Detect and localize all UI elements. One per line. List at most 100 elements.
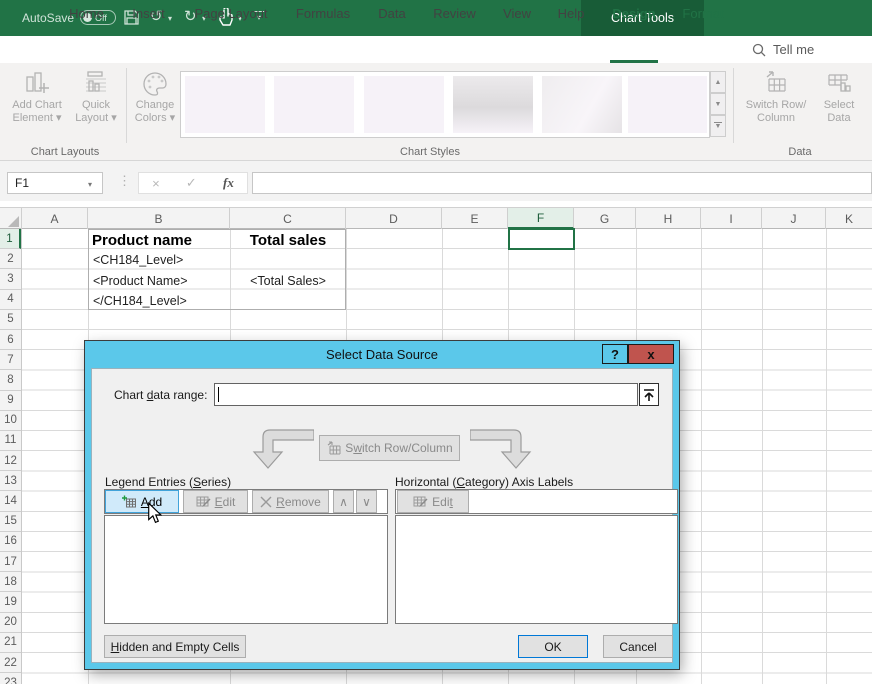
column-header[interactable]: G [574, 208, 636, 229]
column-header-selected[interactable]: F [508, 208, 574, 229]
row-header[interactable]: 5 [0, 310, 21, 330]
insert-function-icon[interactable]: fx [223, 175, 234, 191]
chart-style-thumbnail[interactable] [542, 76, 622, 133]
add-series-button[interactable]: Add [105, 490, 179, 513]
remove-series-button[interactable]: Remove [252, 490, 329, 513]
switch-row-column-icon [761, 69, 791, 99]
tab-design[interactable]: Design [610, 0, 658, 27]
cell-B3[interactable]: <Product Name> [93, 274, 188, 288]
cancel-button[interactable]: Cancel [603, 635, 673, 658]
chart-style-thumbnail[interactable] [274, 76, 354, 133]
row-header[interactable]: 19 [0, 592, 21, 612]
switch-row-column-ribbon-button[interactable]: Switch Row/ Column [740, 69, 812, 125]
gallery-scroll-up-button[interactable]: ▲ [710, 71, 726, 93]
cell-B4[interactable]: </CH184_Level> [93, 294, 187, 308]
column-header[interactable]: D [346, 208, 442, 229]
row-header[interactable]: 14 [0, 491, 21, 511]
quick-layout-button[interactable]: Quick Layout ▾ [70, 69, 122, 125]
edit-axis-labels-button[interactable]: Edit [397, 490, 469, 513]
row-header[interactable]: 15 [0, 512, 21, 532]
dialog-title[interactable]: Select Data Source [85, 341, 679, 368]
gallery-more-button[interactable]: ▼ [710, 115, 726, 137]
dialog-title-text: Select Data Source [326, 347, 438, 362]
gallery-scroll-down-button[interactable]: ▼ [710, 93, 726, 115]
tab-formulas[interactable]: Formulas [289, 0, 357, 27]
row-header[interactable]: 22 [0, 653, 21, 673]
row-header-selected[interactable]: 1 [0, 229, 21, 249]
row-header[interactable]: 18 [0, 572, 21, 592]
column-header[interactable]: A [22, 208, 88, 229]
select-data-source-dialog: Select Data Source ? x Chart data range: [85, 341, 679, 669]
dialog-help-button[interactable]: ? [602, 344, 628, 364]
row-header[interactable]: 6 [0, 330, 21, 350]
chart-style-thumbnail[interactable] [628, 76, 707, 133]
formula-input[interactable] [252, 172, 872, 194]
ok-button[interactable]: OK [518, 635, 588, 658]
row-header[interactable]: 8 [0, 370, 21, 390]
dropdown-caret-icon: ▾ [56, 112, 62, 124]
chart-style-thumbnail[interactable] [185, 76, 265, 133]
cancel-entry-icon[interactable]: × [152, 176, 160, 191]
hidden-and-empty-cells-button[interactable]: Hidden and Empty Cells [104, 635, 246, 658]
column-header[interactable]: K [826, 208, 872, 229]
series-list[interactable] [104, 515, 388, 624]
row-header[interactable]: 17 [0, 552, 21, 572]
name-box-caret-icon[interactable]: ▾ [88, 180, 92, 189]
tell-me-box[interactable]: Tell me [752, 36, 814, 63]
column-headers: A B C D E F G H I J K [0, 207, 872, 229]
gridline [701, 229, 702, 684]
row-header[interactable]: 16 [0, 532, 21, 552]
add-chart-element-button[interactable]: Add Chart Element ▾ [8, 69, 66, 125]
row-header[interactable]: 21 [0, 633, 21, 653]
row-header[interactable]: 12 [0, 451, 21, 471]
chart-data-range-input[interactable] [214, 383, 638, 406]
move-series-down-button[interactable]: ∨ [356, 490, 377, 513]
edit-series-button[interactable]: Edit [183, 490, 248, 513]
tab-format[interactable]: Format [676, 0, 730, 27]
formula-bar-grip-icon[interactable]: ⋮ [118, 173, 131, 189]
confirm-entry-icon[interactable]: ✓ [186, 175, 197, 191]
chart-style-thumbnail[interactable] [453, 76, 533, 133]
cell-C3[interactable]: <Total Sales> [230, 274, 346, 288]
row-header[interactable]: 3 [0, 269, 21, 289]
tab-page-layout[interactable]: Page Layout [188, 0, 274, 27]
cell-B2[interactable]: <CH184_Level> [93, 253, 183, 267]
column-header[interactable]: C [230, 208, 346, 229]
remove-icon [260, 496, 272, 508]
tab-insert[interactable]: Insert [125, 0, 172, 27]
column-header[interactable]: H [636, 208, 701, 229]
switch-row-column-button[interactable]: Switch Row/Column [319, 435, 460, 461]
row-header[interactable]: 13 [0, 471, 21, 491]
collapse-dialog-button[interactable] [639, 383, 659, 406]
text-caret [218, 387, 219, 402]
tab-help[interactable]: Help [552, 0, 590, 27]
chart-style-thumbnail[interactable] [364, 76, 444, 133]
dialog-close-button[interactable]: x [628, 344, 674, 364]
column-header[interactable]: B [88, 208, 230, 229]
column-header[interactable]: I [701, 208, 762, 229]
edit-icon [413, 495, 428, 508]
select-all-corner[interactable] [0, 208, 22, 229]
row-header[interactable]: 7 [0, 350, 21, 370]
row-header[interactable]: 9 [0, 391, 21, 411]
move-series-up-button[interactable]: ∧ [333, 490, 354, 513]
row-header[interactable]: 11 [0, 431, 21, 451]
tab-data[interactable]: Data [372, 0, 412, 27]
row-header[interactable]: 10 [0, 411, 21, 431]
select-all-icon [8, 216, 19, 227]
row-header[interactable]: 4 [0, 290, 21, 310]
tab-home[interactable]: Home [63, 0, 110, 27]
column-header[interactable]: J [762, 208, 826, 229]
cell-B1[interactable]: Product name [92, 232, 192, 249]
axis-labels-list[interactable] [395, 515, 678, 624]
tab-view[interactable]: View [497, 0, 537, 27]
row-header[interactable]: 20 [0, 613, 21, 633]
row-header[interactable]: 23 [0, 673, 21, 684]
tab-review[interactable]: Review [427, 0, 482, 27]
change-colors-button[interactable]: Change Colors ▾ [130, 69, 180, 125]
column-header[interactable]: E [442, 208, 508, 229]
row-header[interactable]: 2 [0, 249, 21, 269]
cell-C1[interactable]: Total sales [230, 232, 346, 249]
select-data-ribbon-button[interactable]: Select Data [816, 69, 862, 125]
chart-styles-gallery[interactable] [180, 71, 710, 138]
